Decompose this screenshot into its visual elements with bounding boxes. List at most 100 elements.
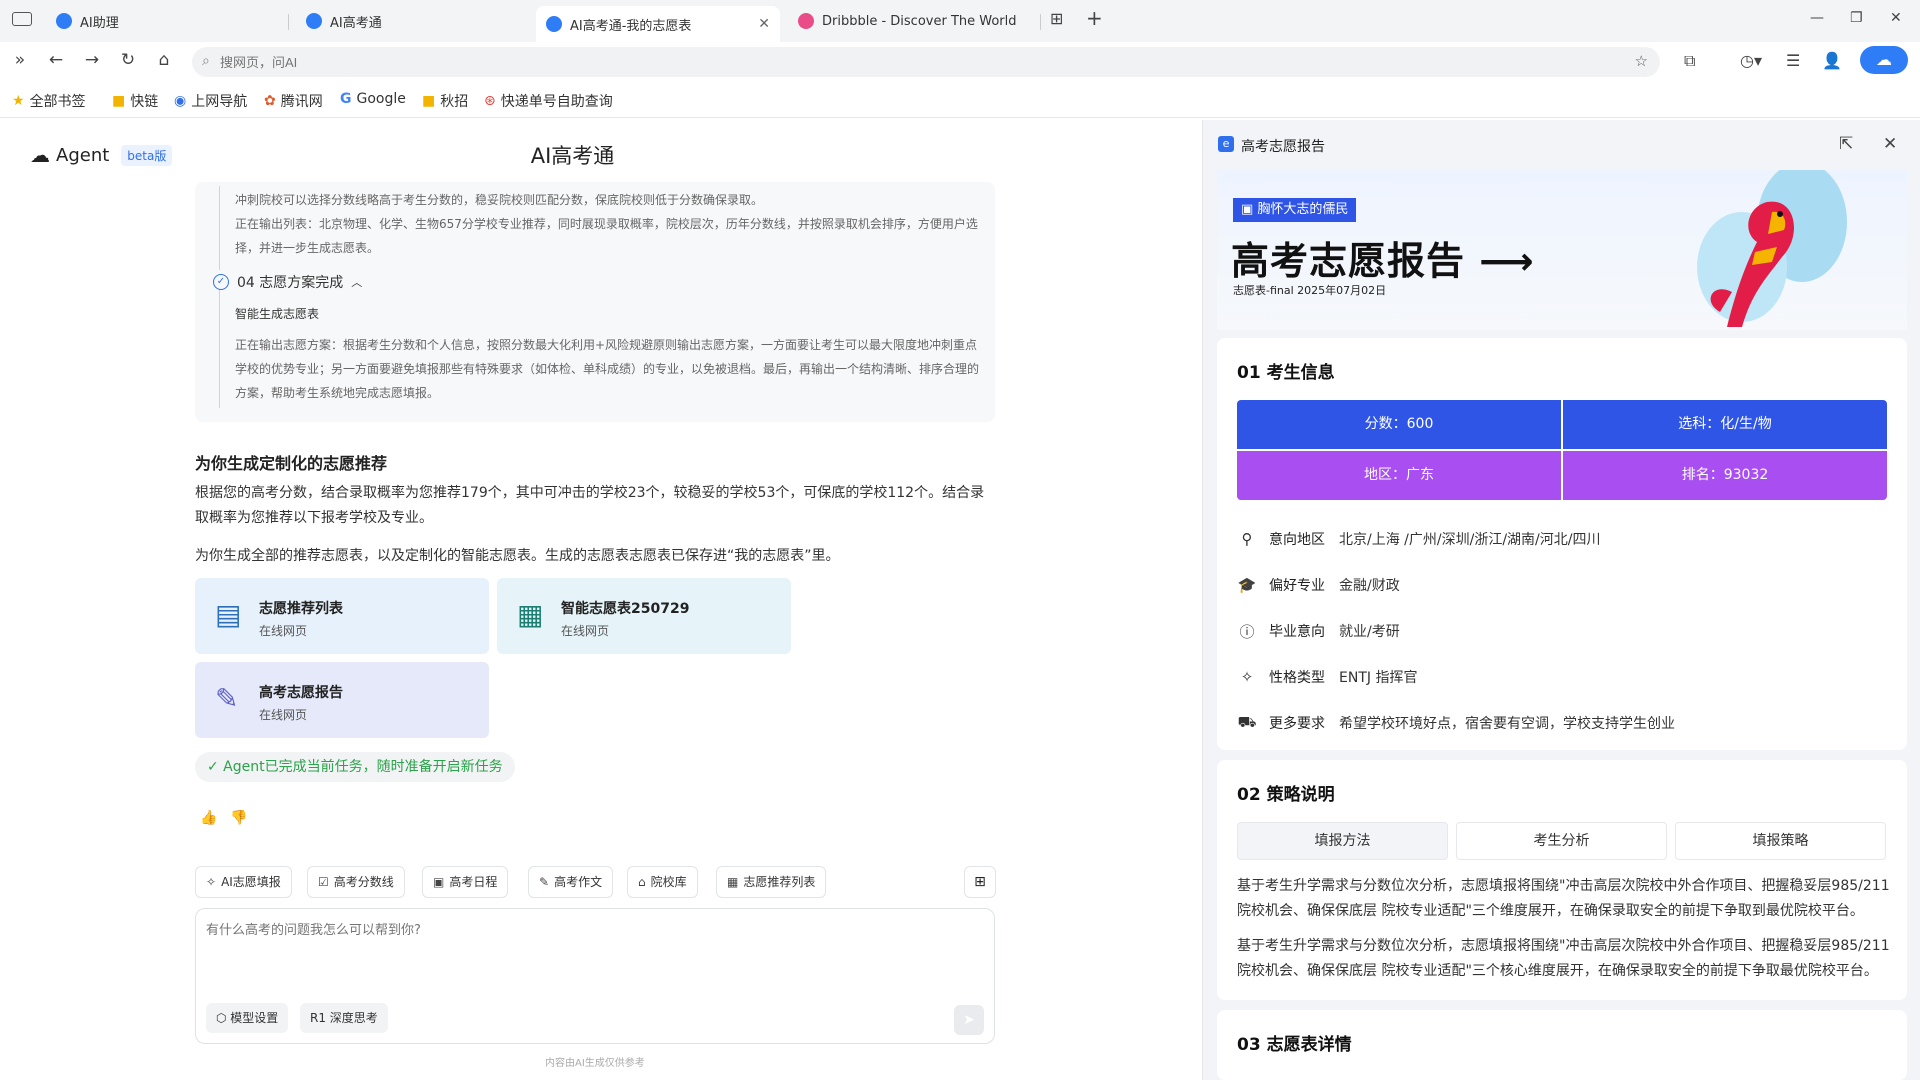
chip-university-db[interactable]: ⌂ 院校库 [627,866,698,898]
tab-grid-icon[interactable]: ⊞ [1050,9,1063,28]
bookmark-folder-qiuzhao[interactable]: ■ 秋招 [422,91,468,111]
thinking-text: 方案，帮助考生系统地完成志愿填报。 [235,386,440,400]
tab-fill-method[interactable]: 填报方法 [1237,822,1448,860]
bookmark-tencent[interactable]: ✿ 腾讯网 [264,91,323,111]
star-icon: ★ [12,93,25,109]
hero-subtitle: 志愿表-final 2025年07月02日 [1233,284,1387,297]
minimize-icon[interactable]: — [1810,10,1824,26]
table-icon: ▦ [727,875,739,889]
volunteer-detail-section: 03 志愿表详情 [1217,1010,1907,1080]
chip-schedule[interactable]: ▣ 高考日程 [422,866,509,898]
tab-fill-strategy[interactable]: 填报策略 [1675,822,1886,860]
bookmark-express[interactable]: ⊛ 快递单号自助查询 [484,91,613,111]
step-header[interactable]: ✓ 04 志愿方案完成 ︿ [213,272,362,292]
address-input[interactable] [220,52,1600,72]
table-document-icon: ▦ [517,598,544,631]
ai-favicon-icon [546,16,562,32]
info-row-region: ⚲ 意向地区 北京/上海 /广州/深圳/浙江/湖南/河北/四川 [1237,527,1601,551]
google-icon: G [340,91,352,107]
list-document-icon: ▤ [215,598,242,631]
region-cell: 地区：广东 [1237,451,1561,500]
card-recommend-list[interactable]: ▤ 志愿推荐列表 在线网页 [195,578,489,654]
open-external-icon[interactable]: ⇱ [1839,134,1853,154]
chat-composer[interactable]: ⬡ 模型设置 R1 深度思考 ➤ [195,908,995,1044]
tab-label: Dribbble - Discover The World [822,13,1017,29]
chip-essay[interactable]: ✎ 高考作文 [528,866,614,898]
hero-title: 高考志愿报告 ⟶ [1231,239,1535,283]
sidebar-toggle-icon[interactable] [12,12,32,26]
tab-label: AI高考通-我的志愿表 [570,18,692,34]
bookmark-google[interactable]: G Google [340,91,406,107]
chip-score-line[interactable]: ☑ 高考分数线 [307,866,405,898]
thinking-text: 正在输出列表：北京物理、化学、生物657分学校专业推荐，同时展现录取概率，院校层… [235,217,978,231]
tab-my-volunteer-table[interactable]: AI高考通-我的志愿表 ✕ [536,6,780,42]
section-title: 01 考生信息 [1237,363,1335,383]
navigation-icon: ◉ [174,93,187,109]
chat-input[interactable] [206,919,966,979]
tab-ai-assistant[interactable]: AI助理 [46,6,286,36]
model-settings-button[interactable]: ⬡ 模型设置 [206,1003,289,1033]
chip-recommend-list[interactable]: ▦ 志愿推荐列表 [716,866,827,898]
forward-icon[interactable]: → [80,50,104,70]
menu-icon[interactable]: ☰ [1786,51,1800,70]
folder-icon: ■ [422,93,436,109]
deep-think-button[interactable]: R1 深度思考 [300,1003,388,1033]
chevron-up-icon[interactable]: ︿ [351,274,362,290]
card-smart-table[interactable]: ▦ 智能志愿表250729 在线网页 [497,578,791,654]
tab-ai-gaokao[interactable]: AI高考通 [296,6,536,36]
back-icon[interactable]: ← [44,50,68,70]
thumbs-up-icon[interactable]: 👍 [200,810,217,826]
tab-dribbble[interactable]: Dribbble - Discover The World [788,6,1038,36]
new-tab-icon[interactable]: + [1086,6,1103,30]
address-bar[interactable]: ⌕ ☆ [192,47,1660,77]
chip-ai-fill[interactable]: ✧ AI志愿填报 [195,866,292,898]
expand-sidebar-icon[interactable]: » [8,50,32,70]
extensions-icon[interactable]: ⧉ [1684,51,1695,71]
score-grid: 分数：600 选科：化/生/物 地区：广东 排名：93032 [1237,400,1887,500]
graduation-cap-icon: 🎓 [1237,576,1257,594]
restore-icon[interactable]: ❐ [1850,10,1863,26]
close-window-icon[interactable]: ✕ [1890,10,1902,26]
close-tab-icon[interactable]: ✕ [758,16,770,32]
checkbox-icon: ☑ [318,875,329,889]
result-title: 为你生成定制化的志愿推荐 [195,454,388,473]
cloud-logo-icon: ☁ [30,143,50,167]
search-icon: ⌕ [202,53,210,69]
thumbs-down-icon[interactable]: 👎 [230,810,247,826]
disclaimer: 内容由AI生成仅供参考 [545,1058,645,1069]
persona-tag: ▣ 胸怀大志的儒民 [1233,198,1357,222]
thinking-text: 学校的优势专业；另一方面要避免填报那些有特殊要求（如体检、单科成绩）的专业，以免… [235,362,980,376]
account-icon[interactable]: 👤 [1822,51,1842,70]
bookmark-nav[interactable]: ◉ 上网导航 [174,91,247,111]
close-panel-icon[interactable]: ✕ [1883,134,1897,154]
cloud-sync-button[interactable]: ☁ [1860,46,1908,74]
bookmark-all[interactable]: ★ 全部书签 [12,91,86,111]
express-icon: ⊛ [484,93,496,109]
bookmark-folder-kuailian[interactable]: ■ 快链 [112,91,158,111]
report-document-icon: ✎ [215,682,239,715]
result-paragraph: 根据您的高考分数，结合录取概率为您推荐179个，其中可冲击的学校23个，较稳妥的… [195,485,985,526]
agent-logo[interactable]: ☁ Agent beta版 [30,143,173,167]
rank-cell: 排名：93032 [1563,451,1887,500]
score-cell: 分数：600 [1237,400,1561,449]
home-icon[interactable]: ⌂ [152,50,176,70]
tab-student-analysis[interactable]: 考生分析 [1456,822,1667,860]
section-title: 02 策略说明 [1237,785,1335,805]
info-row-major: 🎓 偏好专业 金融/财政 [1237,576,1400,594]
car-icon: ⛟ [1237,713,1257,731]
card-report[interactable]: ✎ 高考志愿报告 在线网页 [195,662,489,738]
result-paragraph: 为你生成全部的推荐志愿表，以及定制化的智能志愿表。生成的志愿表志愿表已保存进“我… [195,548,840,564]
new-chat-icon[interactable]: ⊞ [964,866,996,898]
reload-icon[interactable]: ↻ [116,50,140,70]
tencent-icon: ✿ [264,93,276,109]
report-hero: ▣ 胸怀大志的儒民 高考志愿报告 ⟶ 志愿表-final 2025年07月02日 [1217,170,1907,330]
beta-badge: beta版 [121,144,173,166]
badge-icon: ▣ [1241,202,1258,217]
history-icon[interactable]: ◷▾ [1740,51,1762,70]
step-subtitle: 智能生成志愿表 [235,307,320,321]
send-icon[interactable]: ➤ [954,1005,984,1035]
bookmark-star-icon[interactable]: ☆ [1635,52,1648,70]
section-title: 03 志愿表详情 [1237,1035,1352,1055]
ai-favicon-icon [56,13,72,29]
koi-fish-illustration [1697,170,1847,327]
